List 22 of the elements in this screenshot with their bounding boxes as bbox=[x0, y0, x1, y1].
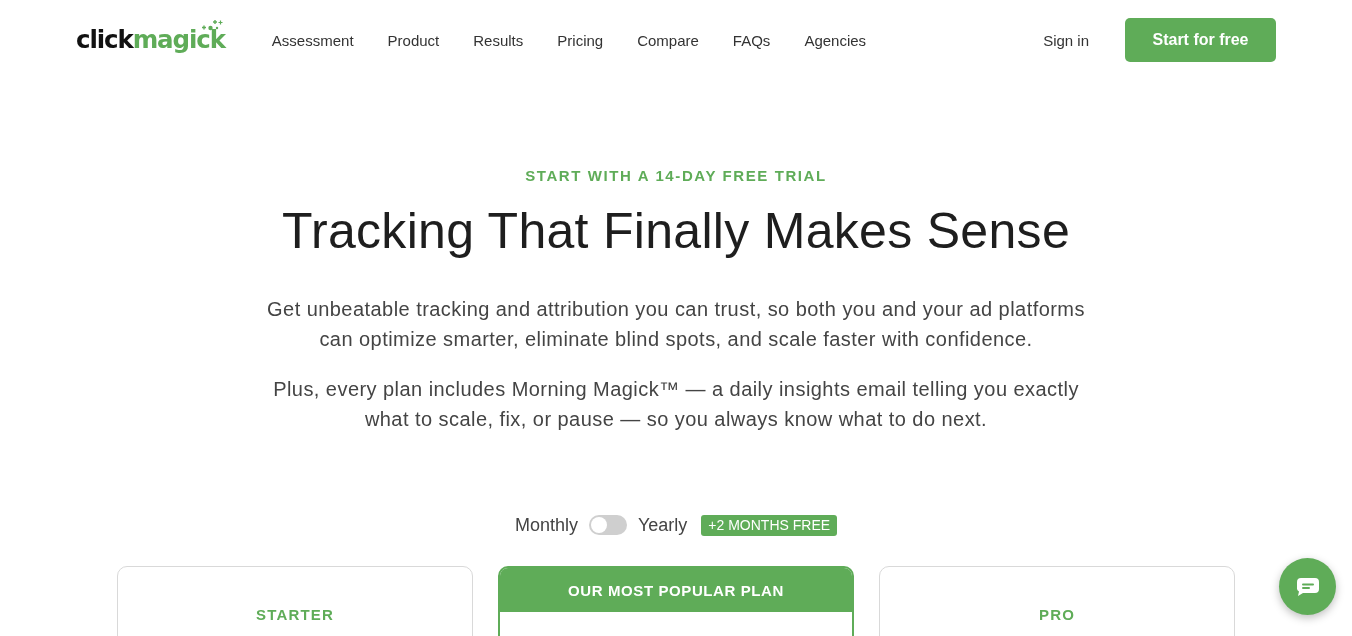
nav-link[interactable]: Compare bbox=[637, 31, 699, 49]
plan-name: STARTER bbox=[255, 605, 335, 625]
discount-badge: +2 MONTHS FREE bbox=[701, 514, 838, 536]
popular-plan-banner: OUR MOST POPULAR PLAN bbox=[500, 568, 852, 612]
yearly-label: Yearly bbox=[637, 514, 688, 536]
hero-paragraph: Plus, every plan includes Morning Magick™ — a daily insights email telling you exactly what to scale, fix, or pause — so you always know what to do next. bbox=[272, 377, 1080, 432]
hero-paragraph: Get unbeatable tracking and attribution you can trust, so both you and your ad platforms can optimize smarter, eliminate blind spots, and scale faster with confidence. bbox=[266, 297, 1086, 352]
nav-link[interactable]: Assessment bbox=[271, 31, 354, 49]
nav-link[interactable]: Agencies bbox=[804, 31, 867, 49]
logo-wordmark[interactable]: clickmagick bbox=[76, 25, 225, 55]
nav-link[interactable]: Product bbox=[387, 31, 440, 49]
billing-toggle[interactable] bbox=[588, 515, 627, 535]
chat-icon bbox=[1296, 577, 1319, 596]
monthly-label: Monthly bbox=[514, 514, 578, 536]
plan-name: PRO bbox=[1038, 605, 1076, 625]
nav-link[interactable]: Results bbox=[473, 31, 524, 49]
sign-in-link[interactable]: Sign in bbox=[1043, 31, 1089, 49]
hero-title: Tracking That Finally Makes Sense bbox=[282, 202, 1070, 260]
chat-button[interactable] bbox=[1279, 558, 1336, 615]
nav-link[interactable]: FAQs bbox=[732, 31, 771, 49]
nav-link[interactable]: Pricing bbox=[557, 31, 604, 49]
eyebrow-text: START WITH A 14-DAY FREE TRIAL bbox=[525, 166, 827, 186]
